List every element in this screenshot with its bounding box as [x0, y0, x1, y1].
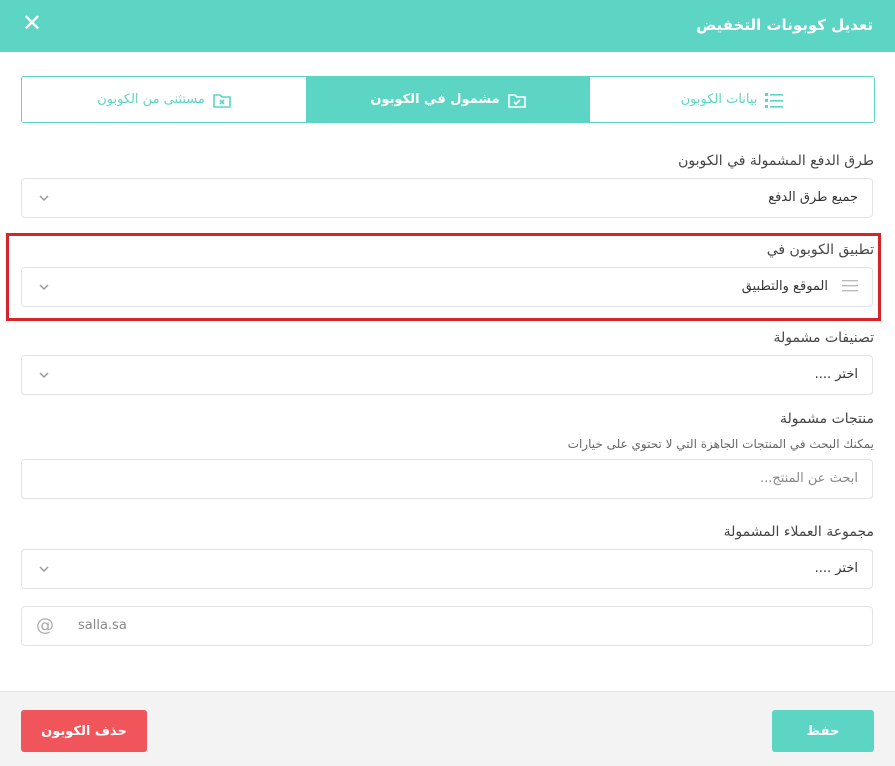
apply-coupon-select[interactable]: الموقع والتطبيق	[21, 267, 873, 307]
chevron-down-icon	[39, 566, 49, 573]
payment-methods-value: جميع طرق الدفع	[768, 190, 858, 205]
menu-lines-icon	[842, 280, 858, 292]
tab-label: بيانات الكوبون	[680, 92, 758, 107]
edit-coupon-modal: تعديل كوبونات التخفيض ✕ بيانات الكوبون م…	[0, 0, 895, 766]
payment-methods-label: طرق الدفع المشمولة في الكوبون	[678, 153, 874, 169]
tab-excluded[interactable]: مستثنى من الكوبون	[22, 77, 306, 122]
apply-coupon-value: الموقع والتطبيق	[741, 279, 828, 294]
close-icon[interactable]: ✕	[22, 11, 42, 35]
customer-group-placeholder: اختر ....	[814, 561, 858, 576]
tab-label: مستثنى من الكوبون	[97, 92, 205, 107]
delete-coupon-button[interactable]: حذف الكوبون	[21, 710, 147, 752]
at-sign-icon: @	[36, 615, 54, 636]
folder-check-icon	[507, 93, 526, 108]
modal-title: تعديل كوبونات التخفيض	[696, 16, 873, 34]
apply-coupon-label: تطبيق الكوبون في	[766, 242, 874, 258]
tab-label: مشمول في الكوبون	[370, 92, 500, 107]
email-domain-placeholder: salla.sa	[78, 618, 127, 633]
categories-label: تصنيفات مشمولة	[773, 330, 874, 346]
list-icon	[765, 92, 784, 108]
modal-header: تعديل كوبونات التخفيض ✕	[0, 0, 895, 52]
product-search-input[interactable]: ابحث عن المنتج...	[21, 459, 873, 499]
chevron-down-icon	[39, 195, 49, 202]
chevron-down-icon	[39, 372, 49, 379]
tab-included[interactable]: مشمول في الكوبون	[306, 77, 590, 122]
tab-coupon-data[interactable]: بيانات الكوبون	[590, 77, 874, 122]
email-domain-input[interactable]: salla.sa @	[21, 606, 873, 646]
products-label: منتجات مشمولة	[780, 411, 874, 427]
chevron-down-icon	[39, 284, 49, 291]
customer-group-label: مجموعة العملاء المشمولة	[723, 524, 874, 540]
categories-select[interactable]: اختر ....	[21, 355, 873, 395]
customer-group-select[interactable]: اختر ....	[21, 549, 873, 589]
categories-placeholder: اختر ....	[814, 367, 858, 382]
save-button[interactable]: حفظ	[772, 710, 874, 752]
tabs: بيانات الكوبون مشمول في الكوبون مستثنى م…	[21, 76, 875, 123]
products-hint: يمكنك البحث في المنتجات الجاهزة التي لا …	[567, 437, 874, 451]
product-search-placeholder: ابحث عن المنتج...	[759, 471, 858, 486]
folder-x-icon	[213, 93, 231, 108]
payment-methods-select[interactable]: جميع طرق الدفع	[21, 178, 873, 218]
modal-footer: حفظ حذف الكوبون	[0, 691, 895, 766]
